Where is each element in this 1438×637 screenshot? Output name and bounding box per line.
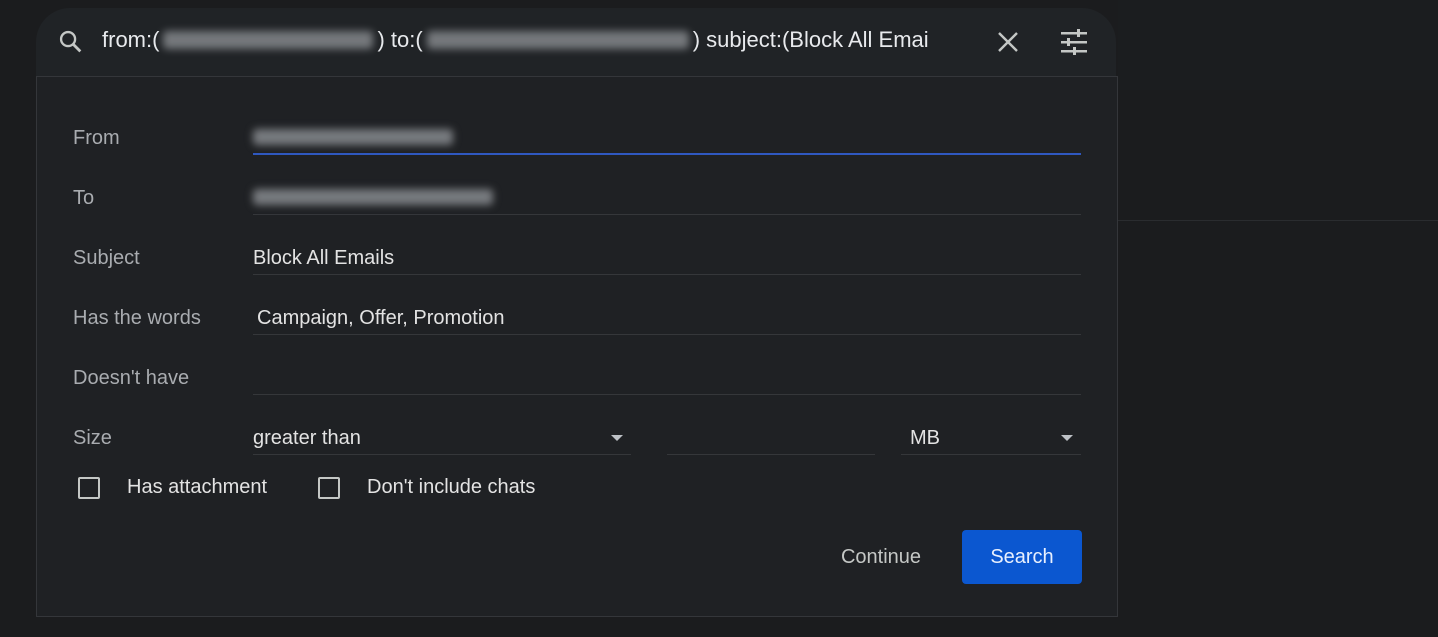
- background-header-area: [1118, 0, 1438, 90]
- redacted-to-email: [253, 189, 493, 205]
- search-icon[interactable]: [57, 28, 85, 61]
- query-to-prefix: ) to:(: [377, 27, 423, 52]
- size-row: Size greater than MB: [73, 389, 1081, 455]
- divider: [1118, 220, 1438, 221]
- dont-include-chats-checkbox[interactable]: [318, 477, 340, 499]
- has-attachment-label: Has attachment: [127, 476, 268, 498]
- redacted-from-email: [253, 129, 453, 145]
- size-comparator-value: greater than: [253, 427, 361, 449]
- has-attachment-checkbox[interactable]: [78, 477, 100, 499]
- subject-row: Subject Block All Emails: [73, 209, 1081, 275]
- doesnt-have-row: Doesn't have: [73, 329, 1081, 395]
- subject-label: Subject: [73, 247, 140, 269]
- size-unit-select[interactable]: MB: [901, 413, 1081, 455]
- query-from-prefix: from:(: [102, 27, 160, 52]
- has-words-label: Has the words: [73, 307, 201, 329]
- redacted-to-email: [426, 31, 689, 49]
- size-unit-value: MB: [910, 427, 940, 449]
- search-options-icon[interactable]: [1059, 28, 1089, 61]
- dropdown-arrow-icon: [611, 435, 623, 441]
- doesnt-have-label: Doesn't have: [73, 367, 190, 389]
- close-icon[interactable]: [996, 30, 1020, 59]
- from-label: From: [73, 127, 120, 149]
- size-comparator-select[interactable]: greater than: [253, 413, 631, 455]
- redacted-from-email: [163, 31, 374, 49]
- has-words-row: Has the words Campaign, Offer, Promotion: [73, 269, 1081, 335]
- dont-include-chats-label: Don't include chats: [367, 476, 536, 498]
- advanced-search-panel: From To Subject Block All Emails Has the…: [36, 76, 1118, 617]
- to-label: To: [73, 187, 95, 209]
- size-label: Size: [73, 427, 112, 449]
- continue-button[interactable]: Continue: [837, 531, 925, 583]
- to-row: To: [73, 149, 1081, 215]
- size-value-input[interactable]: [667, 413, 875, 455]
- from-row: From: [73, 89, 1081, 155]
- search-query[interactable]: from:( ) to:( ) subject:(Block All Emai: [102, 27, 929, 53]
- dropdown-arrow-icon: [1061, 435, 1073, 441]
- search-button[interactable]: Search: [962, 530, 1082, 584]
- query-subject: ) subject:(Block All Emai: [692, 27, 929, 52]
